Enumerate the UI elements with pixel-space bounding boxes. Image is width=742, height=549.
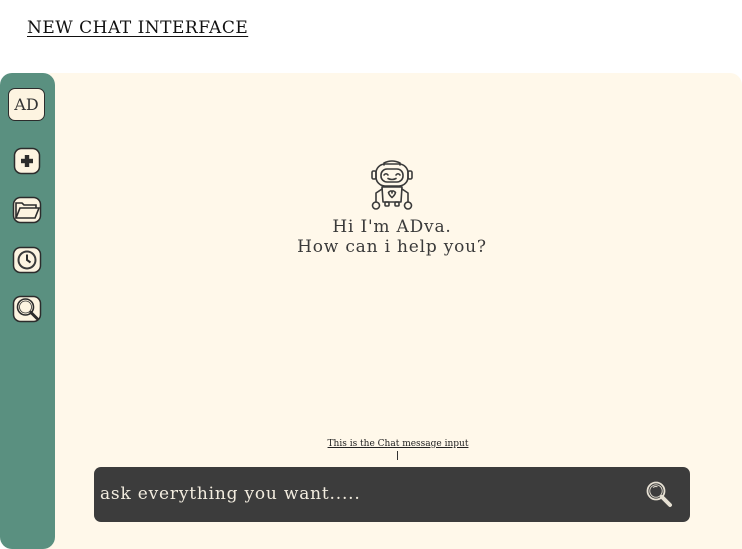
history-button[interactable] [12,245,42,275]
plus-icon [13,147,41,175]
search-icon [12,295,42,323]
search-button[interactable] [12,294,42,324]
annotation-pointer-line [397,451,398,460]
greeting-line-2: How can i help you? [297,237,487,257]
page-title: NEW CHAT INTERFACE [27,18,249,38]
send-button[interactable] [644,479,674,509]
sidebar: AD [0,73,55,549]
chat-message-input[interactable] [100,479,620,509]
folder-icon [12,196,42,224]
clock-icon [12,246,42,274]
new-chat-button[interactable] [12,146,42,176]
robot-icon [371,160,413,210]
search-icon [646,481,672,507]
chat-input-annotation: This is the Chat message input [327,439,469,449]
greeting-message: Hi I'm ADva. How can i help you? [252,217,532,257]
folders-button[interactable] [12,195,42,225]
chat-input-bar [94,467,690,522]
avatar[interactable]: AD [8,88,45,121]
greeting-line-1: Hi I'm ADva. [332,217,452,237]
